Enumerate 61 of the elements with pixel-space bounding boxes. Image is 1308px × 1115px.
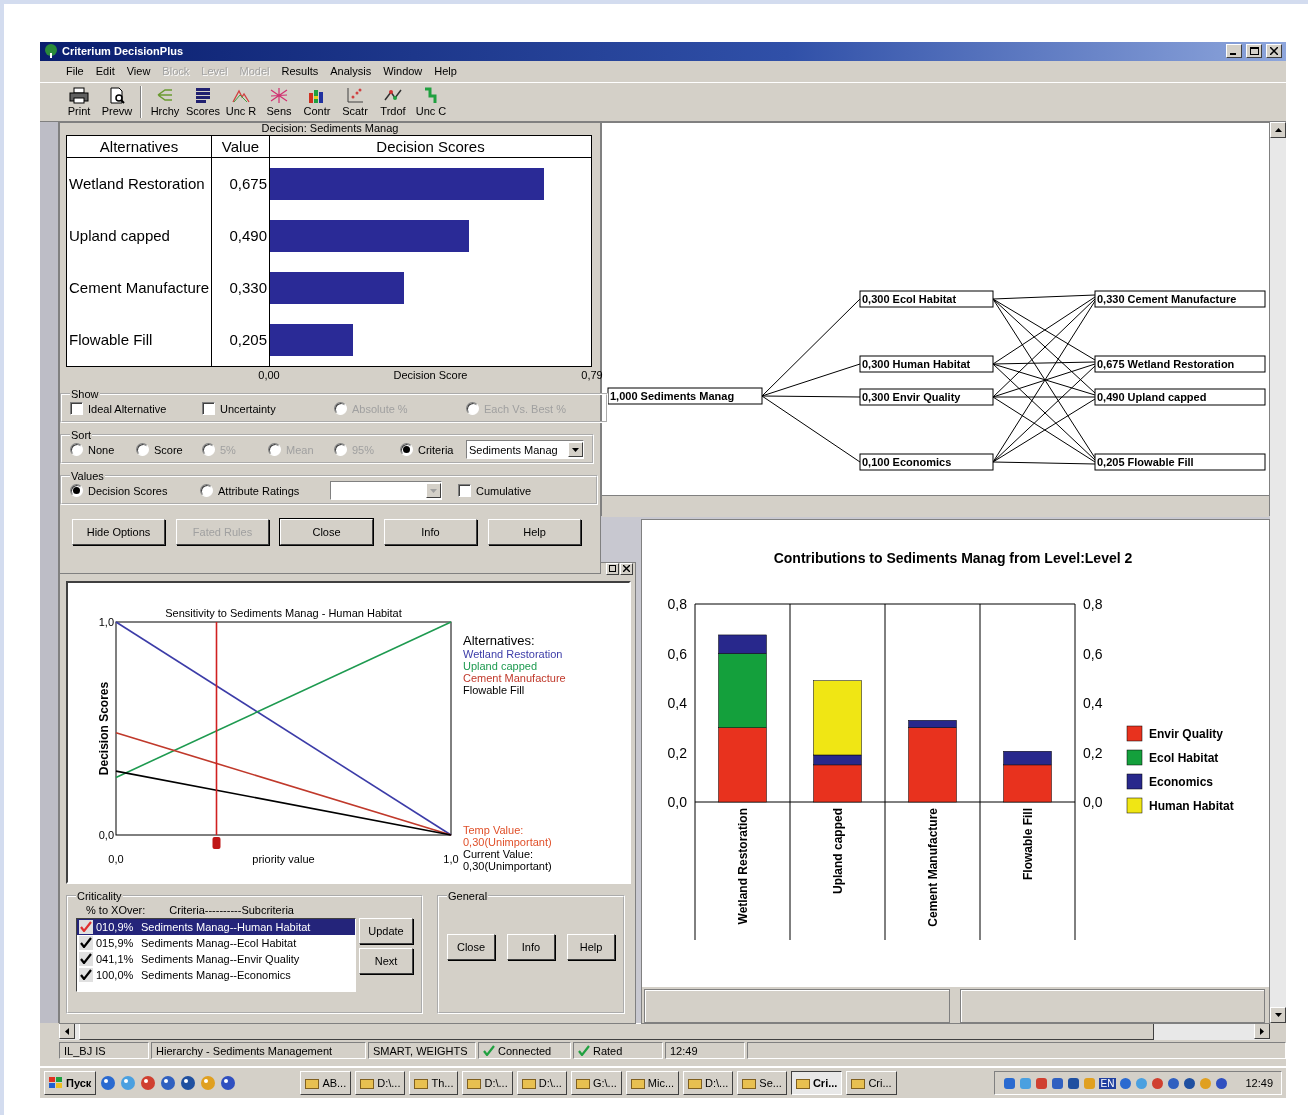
category-label: Wetland Restoration bbox=[735, 807, 750, 925]
group-label: Sort bbox=[70, 428, 93, 441]
axis-tick-label: 0,8 bbox=[667, 595, 687, 612]
axis-tick-label: 1,0 bbox=[98, 615, 114, 628]
group-label: General bbox=[447, 889, 489, 902]
axis-tick-label: 0,2 bbox=[1083, 744, 1103, 761]
axis-tick-label: 1,0 bbox=[443, 852, 459, 865]
clock: 12:49 bbox=[1245, 1077, 1273, 1090]
axis-tick-label: 0,0 bbox=[98, 828, 114, 841]
category-label: Upland capped bbox=[830, 807, 845, 894]
legend-entry: Wetland Restoration bbox=[463, 647, 564, 660]
status-pane: Hierarchy - Sediments Management bbox=[151, 1042, 366, 1060]
axis-tick-label: 0,0 bbox=[667, 793, 687, 810]
chart-title: Contributions to Sediments Manag from Level:Level 2 bbox=[773, 549, 1133, 566]
legend-entry: Envir Quality bbox=[1149, 726, 1224, 741]
status-pane: Rated bbox=[573, 1042, 663, 1060]
axis-tick-label: 0,4 bbox=[1083, 694, 1103, 711]
table-cell: Flowable Fill bbox=[67, 313, 212, 366]
axis-tick-label: 0,00 bbox=[258, 368, 280, 381]
chart-title: Sensitivity to Sediments Manag - Human Habitat bbox=[165, 606, 402, 619]
status-pane: 12:49 bbox=[665, 1042, 745, 1060]
axis-tick-label: 0,2 bbox=[667, 744, 687, 761]
axis-title: Decision Scores bbox=[97, 681, 111, 776]
column-header: Alternatives bbox=[67, 135, 212, 158]
window-caption: Decision: Sediments Manag bbox=[260, 122, 400, 133]
table-cell: Upland capped bbox=[67, 209, 212, 262]
legend-entry: Human Habitat bbox=[1149, 798, 1234, 813]
column-header: Value bbox=[212, 135, 270, 158]
window-title: Criterium DecisionPlus bbox=[62, 45, 185, 58]
legend-entry: Economics bbox=[1149, 774, 1214, 789]
legend-entry: Upland capped bbox=[463, 659, 538, 672]
axis-tick-label: 0,79 bbox=[581, 368, 603, 381]
list-header: Criteria----------Subcriteria bbox=[169, 903, 294, 916]
legend-title: Alternatives: bbox=[463, 632, 536, 648]
axis-tick-label: 0,0 bbox=[1083, 793, 1103, 810]
axis-tick-label: 0,8 bbox=[1083, 595, 1103, 612]
category-label: Flowable Fill bbox=[1020, 807, 1035, 880]
list-header: % to XOver: bbox=[86, 903, 146, 916]
legend-entry: Ecol Habitat bbox=[1149, 750, 1219, 765]
value-readout: Temp Value: bbox=[463, 823, 525, 836]
legend-entry: Cement Manufacture bbox=[463, 671, 566, 684]
axis-tick-label: 0,0 bbox=[108, 852, 124, 865]
status-pane: SMART, WEIGHTS bbox=[368, 1042, 476, 1060]
table-cell: Wetland Restoration bbox=[67, 157, 212, 210]
axis-tick-label: 0,4 bbox=[667, 694, 687, 711]
status-pane: IL_BJ IS bbox=[59, 1042, 149, 1060]
table-cell: Cement Manufacture bbox=[67, 261, 212, 314]
group-label: Show bbox=[70, 387, 100, 400]
group-label: Values bbox=[70, 469, 105, 482]
axis-title: priority value bbox=[252, 852, 315, 865]
value-readout: 0,30(Unimportant) bbox=[463, 835, 553, 848]
value-readout: Current Value: bbox=[463, 847, 534, 860]
axis-tick-label: 0,6 bbox=[667, 645, 687, 662]
group-label: Criticality bbox=[76, 889, 123, 902]
value-readout: 0,30(Unimportant) bbox=[463, 859, 553, 872]
axis-tick-label: 0,6 bbox=[1083, 645, 1103, 662]
legend-entry: Flowable Fill bbox=[463, 683, 526, 696]
category-label: Cement Manufacture bbox=[925, 807, 940, 927]
column-header: Decision Scores bbox=[270, 135, 591, 158]
status-pane: Connected bbox=[478, 1042, 571, 1060]
axis-title: Decision Score bbox=[393, 368, 468, 381]
